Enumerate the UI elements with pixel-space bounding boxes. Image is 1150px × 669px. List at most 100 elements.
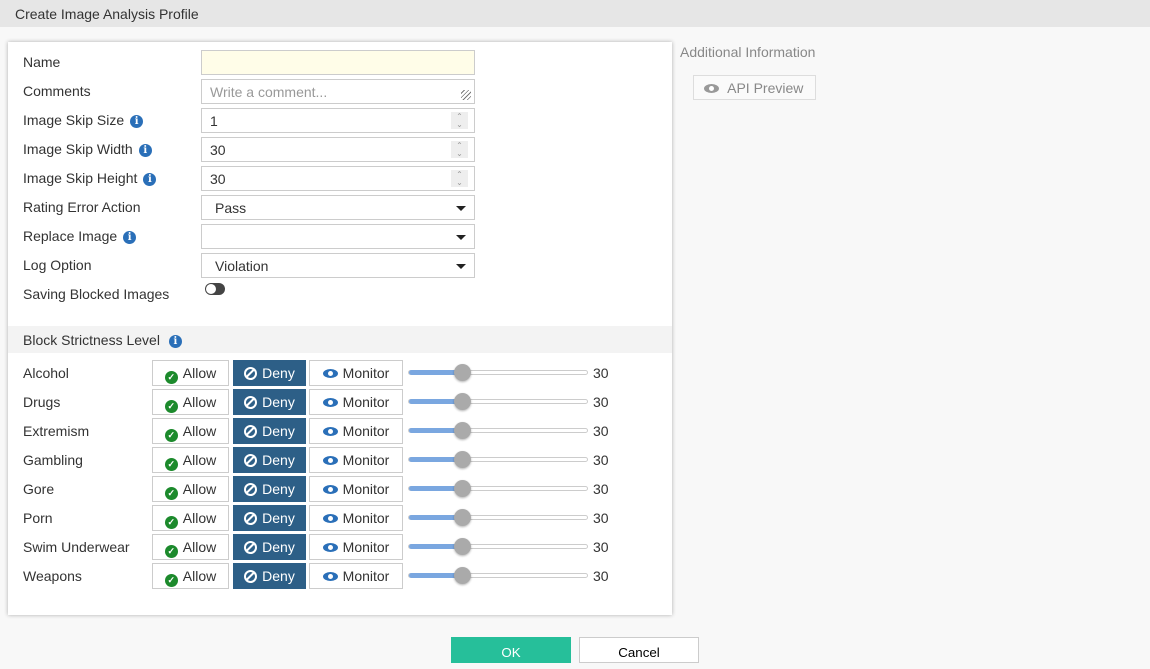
info-icon[interactable]: i: [130, 115, 144, 128]
name-label: Name: [23, 54, 61, 70]
ban-icon: [244, 396, 258, 409]
deny-label: Deny: [262, 423, 295, 439]
monitor-button[interactable]: Monitor: [309, 476, 403, 502]
strictness-value: 30: [593, 452, 609, 468]
info-icon[interactable]: i: [143, 173, 157, 186]
check-circle-icon: ✓: [164, 487, 178, 500]
slider-thumb[interactable]: [454, 538, 472, 555]
category-row: Alcohol ✓ Allow Deny Monitor 30: [23, 360, 663, 386]
category-row: Gore ✓ Allow Deny Monitor 30: [23, 476, 663, 502]
monitor-button[interactable]: Monitor: [309, 389, 403, 415]
skip-width-input[interactable]: 30 ⌃ ⌄: [201, 137, 475, 162]
deny-button[interactable]: Deny: [233, 563, 306, 589]
saving-blocked-row: Saving Blocked Images: [23, 282, 463, 307]
slider-thumb[interactable]: [454, 567, 472, 584]
monitor-button[interactable]: Monitor: [309, 360, 403, 386]
skip-size-label: Image Skip Size: [23, 112, 125, 128]
allow-label: Allow: [182, 510, 217, 526]
replace-image-select[interactable]: [201, 224, 475, 249]
allow-button[interactable]: ✓ Allow: [152, 418, 229, 444]
slider-thumb[interactable]: [454, 364, 472, 381]
strictness-slider[interactable]: [408, 567, 588, 584]
strictness-slider[interactable]: [408, 364, 588, 381]
category-label: Gore: [23, 481, 55, 497]
eye-icon: [322, 543, 338, 552]
check-circle-icon: ✓: [164, 574, 178, 587]
skip-height-input[interactable]: 30 ⌃ ⌄: [201, 166, 475, 191]
monitor-button[interactable]: Monitor: [309, 534, 403, 560]
allow-button[interactable]: ✓ Allow: [152, 563, 229, 589]
slider-thumb[interactable]: [454, 480, 472, 497]
slider-thumb[interactable]: [454, 393, 472, 410]
chevron-down-icon: [456, 264, 466, 269]
skip-width-label: Image Skip Width: [23, 141, 133, 157]
allow-button[interactable]: ✓ Allow: [152, 360, 229, 386]
strictness-slider[interactable]: [408, 422, 588, 439]
monitor-button[interactable]: Monitor: [309, 563, 403, 589]
eye-icon: [322, 514, 338, 523]
slider-thumb[interactable]: [454, 422, 472, 439]
eye-icon: [322, 572, 338, 581]
deny-label: Deny: [262, 394, 295, 410]
allow-button[interactable]: ✓ Allow: [152, 534, 229, 560]
strictness-slider[interactable]: [408, 509, 588, 526]
ban-icon: [244, 570, 258, 583]
deny-button[interactable]: Deny: [233, 476, 306, 502]
log-option-select[interactable]: Violation: [201, 253, 475, 278]
deny-button[interactable]: Deny: [233, 505, 306, 531]
name-row: Name: [23, 50, 475, 75]
slider-thumb[interactable]: [454, 509, 472, 526]
rating-error-select[interactable]: Pass: [201, 195, 475, 220]
deny-button[interactable]: Deny: [233, 447, 306, 473]
spinner-icon[interactable]: ⌃ ⌄: [451, 170, 468, 187]
deny-button[interactable]: Deny: [233, 418, 306, 444]
info-icon[interactable]: i: [123, 231, 137, 244]
comments-label: Comments: [23, 83, 91, 99]
strictness-value: 30: [593, 539, 609, 555]
strictness-slider[interactable]: [408, 393, 588, 410]
info-icon[interactable]: i: [168, 335, 182, 348]
category-label: Weapons: [23, 568, 82, 584]
category-row: Drugs ✓ Allow Deny Monitor 30: [23, 389, 663, 415]
block-strictness-title: Block Strictness Level: [23, 332, 160, 348]
category-row: Gambling ✓ Allow Deny Monitor 30: [23, 447, 663, 473]
category-row: Extremism ✓ Allow Deny Monitor 30: [23, 418, 663, 444]
resize-grip-icon[interactable]: [461, 90, 471, 100]
monitor-button[interactable]: Monitor: [309, 418, 403, 444]
category-label: Alcohol: [23, 365, 69, 381]
monitor-button[interactable]: Monitor: [309, 505, 403, 531]
strictness-value: 30: [593, 423, 609, 439]
strictness-slider[interactable]: [408, 451, 588, 468]
check-circle-icon: ✓: [164, 545, 178, 558]
deny-button[interactable]: Deny: [233, 389, 306, 415]
api-preview-label: API Preview: [727, 80, 804, 96]
allow-button[interactable]: ✓ Allow: [152, 389, 229, 415]
deny-button[interactable]: Deny: [233, 360, 306, 386]
ok-button[interactable]: OK: [451, 637, 571, 663]
slider-thumb[interactable]: [454, 451, 472, 468]
api-preview-button[interactable]: API Preview: [693, 75, 816, 100]
info-icon[interactable]: i: [138, 144, 152, 157]
saving-blocked-toggle[interactable]: [205, 283, 225, 295]
strictness-value: 30: [593, 394, 609, 410]
category-row: Porn ✓ Allow Deny Monitor 30: [23, 505, 663, 531]
allow-button[interactable]: ✓ Allow: [152, 505, 229, 531]
monitor-label: Monitor: [342, 452, 390, 468]
deny-button[interactable]: Deny: [233, 534, 306, 560]
spinner-icon[interactable]: ⌃ ⌄: [451, 112, 468, 129]
name-input[interactable]: [201, 50, 475, 75]
strictness-slider[interactable]: [408, 538, 588, 555]
allow-label: Allow: [182, 539, 217, 555]
monitor-label: Monitor: [342, 394, 390, 410]
category-label: Gambling: [23, 452, 83, 468]
monitor-button[interactable]: Monitor: [309, 447, 403, 473]
allow-label: Allow: [182, 365, 217, 381]
comments-textarea[interactable]: Write a comment...: [201, 79, 475, 104]
spinner-icon[interactable]: ⌃ ⌄: [451, 141, 468, 158]
strictness-slider[interactable]: [408, 480, 588, 497]
skip-size-input[interactable]: 1 ⌃ ⌄: [201, 108, 475, 133]
rating-error-row: Rating Error Action Pass: [23, 195, 475, 220]
cancel-button[interactable]: Cancel: [579, 637, 699, 663]
allow-button[interactable]: ✓ Allow: [152, 447, 229, 473]
allow-button[interactable]: ✓ Allow: [152, 476, 229, 502]
